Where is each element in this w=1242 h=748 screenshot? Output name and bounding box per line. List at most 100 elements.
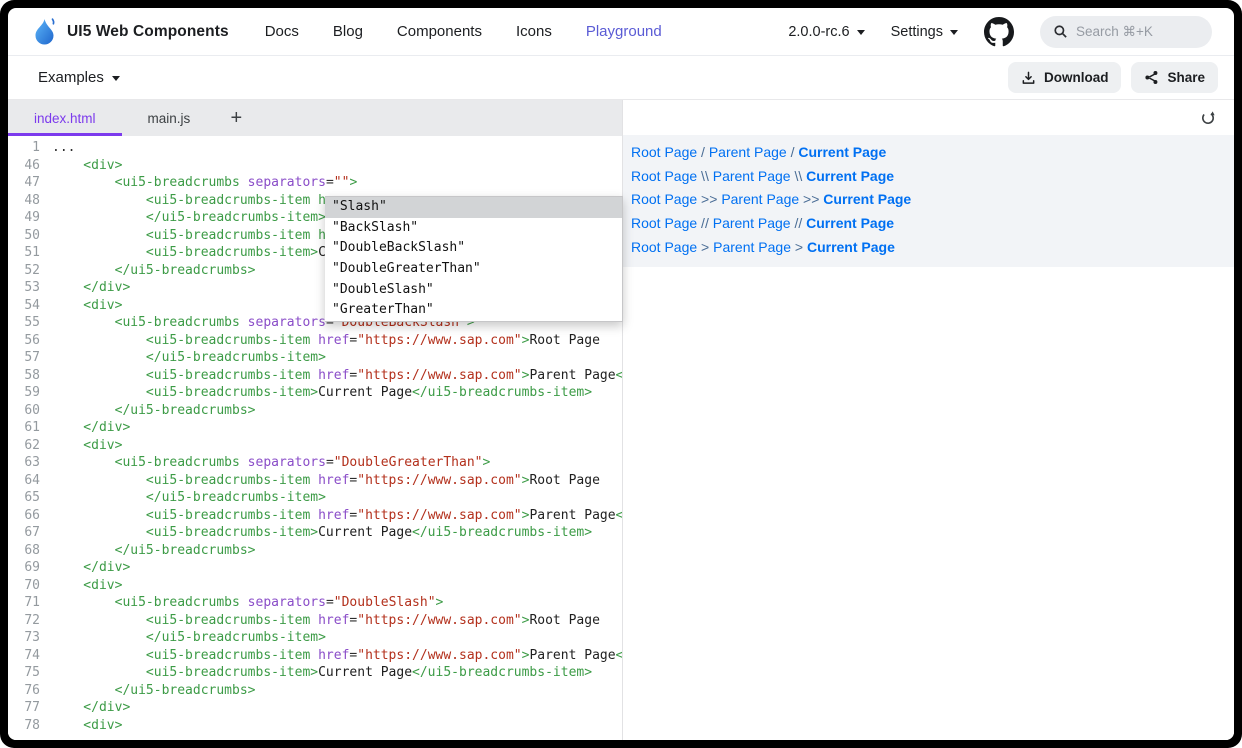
code-text: </div> [52, 559, 130, 577]
nav-item-components[interactable]: Components [397, 23, 482, 40]
search-input[interactable]: Search ⌘+K [1040, 16, 1212, 48]
breadcrumb-link[interactable]: Root Page [631, 144, 697, 160]
breadcrumb-link[interactable]: Parent Page [721, 191, 799, 207]
brand-title: UI5 Web Components [67, 23, 229, 41]
breadcrumb-separator: \\ [791, 168, 807, 184]
code-text: <ui5-breadcrumbs-item hr [52, 227, 334, 245]
settings-dropdown[interactable]: Settings [891, 24, 958, 40]
code-line: 67 <ui5-breadcrumbs-item>Current Page</u… [8, 524, 622, 542]
refresh-icon[interactable] [1200, 110, 1216, 126]
tab-main-js[interactable]: main.js [122, 100, 217, 136]
autocomplete-option[interactable]: "Slash" [325, 197, 622, 218]
code-token: "https://www.sap.com" [357, 368, 521, 383]
breadcrumb-current: Current Page [806, 168, 894, 184]
nav-item-icons[interactable]: Icons [516, 23, 552, 40]
autocomplete-option[interactable]: "DoubleGreaterThan" [325, 259, 622, 280]
code-line: 62 <div> [8, 437, 622, 455]
nav-item-blog[interactable]: Blog [333, 23, 363, 40]
code-text: </div> [52, 279, 130, 297]
code-line: 59 <ui5-breadcrumbs-item>Current Page</u… [8, 384, 622, 402]
line-number: 77 [8, 699, 52, 717]
code-token: </ui5-breadcrumbs> [52, 543, 256, 558]
code-line: 71 <ui5-breadcrumbs separators="DoubleSl… [8, 594, 622, 612]
code-token: = [326, 595, 334, 610]
line-number: 64 [8, 472, 52, 490]
code-text: <ui5-breadcrumbs separators="DoubleSlash… [52, 594, 443, 612]
line-number: 75 [8, 664, 52, 682]
code-token: <ui5-breadcrumbs-item [52, 648, 318, 663]
breadcrumb-separator: \\ [697, 168, 713, 184]
code-token: <ui5-breadcrumbs-item [52, 333, 318, 348]
code-token: <div> [52, 158, 122, 173]
breadcrumb-link[interactable]: Root Page [631, 168, 697, 184]
code-token: <ui5-breadcrumbs-item [52, 508, 318, 523]
brand[interactable]: UI5 Web Components [32, 18, 229, 46]
code-line: 73 </ui5-breadcrumbs-item> [8, 629, 622, 647]
github-icon[interactable] [984, 17, 1014, 47]
line-number: 76 [8, 682, 52, 700]
examples-dropdown[interactable]: Examples [38, 69, 120, 86]
code-token: Root Page [529, 333, 599, 348]
code-token: </ui5-breadcrumbs-item> [616, 648, 622, 663]
code-text: <div> [52, 297, 122, 315]
tab-index-html[interactable]: index.html [8, 100, 122, 136]
code-token: </ui5-breadcrumbs-item> [52, 210, 326, 225]
code-token: href [318, 333, 349, 348]
breadcrumb-separator: >> [799, 191, 823, 207]
code-token: separators [248, 175, 326, 190]
code-text: <ui5-breadcrumbs-item href="https://www.… [52, 367, 622, 385]
share-label: Share [1167, 70, 1205, 85]
code-token: href [318, 508, 349, 523]
nav-item-playground[interactable]: Playground [586, 23, 662, 40]
download-button[interactable]: Download [1008, 62, 1122, 93]
autocomplete-option[interactable]: "BackSlash" [325, 218, 622, 239]
code-token: </div> [52, 700, 130, 715]
breadcrumb-link[interactable]: Parent Page [713, 215, 791, 231]
code-token: <div> [52, 438, 122, 453]
breadcrumb-separator: // [697, 215, 713, 231]
header-right: 2.0.0-rc.6 Settings Search ⌘+K [788, 16, 1212, 48]
code-text: <div> [52, 577, 122, 595]
share-icon [1144, 70, 1159, 85]
breadcrumb-link[interactable]: Parent Page [713, 168, 791, 184]
breadcrumb-link[interactable]: Parent Page [713, 239, 791, 255]
code-token: <div> [52, 578, 122, 593]
code-line: 58 <ui5-breadcrumbs-item href="https://w… [8, 367, 622, 385]
autocomplete-option[interactable]: "DoubleBackSlash" [325, 238, 622, 259]
code-text: </ui5-breadcrumbs> [52, 542, 256, 560]
breadcrumb-row: Root Page >> Parent Page >> Current Page [631, 188, 1234, 212]
breadcrumb-link[interactable]: Parent Page [709, 144, 787, 160]
code-token: <ui5-breadcrumbs-item> [52, 525, 318, 540]
code-text: <div> [52, 437, 122, 455]
code-text: <ui5-breadcrumbs-item>Current Page</ui5-… [52, 384, 592, 402]
code-line: 64 <ui5-breadcrumbs-item href="https://w… [8, 472, 622, 490]
code-line: 74 <ui5-breadcrumbs-item href="https://w… [8, 647, 622, 665]
line-number: 47 [8, 174, 52, 192]
share-button[interactable]: Share [1131, 62, 1218, 93]
code-text: </ui5-breadcrumbs-item> [52, 209, 326, 227]
code-text: <ui5-breadcrumbs-item href="https://www.… [52, 612, 600, 630]
version-dropdown[interactable]: 2.0.0-rc.6 [788, 24, 864, 40]
breadcrumb-separator: > [791, 239, 807, 255]
breadcrumb-link[interactable]: Root Page [631, 239, 697, 255]
code-token: Current Page [318, 385, 412, 400]
add-tab-button[interactable]: + [216, 100, 256, 136]
download-label: Download [1044, 70, 1109, 85]
code-token: </ui5-breadcrumbs> [52, 403, 256, 418]
breadcrumb-link[interactable]: Root Page [631, 191, 697, 207]
nav-item-docs[interactable]: Docs [265, 23, 299, 40]
code-token: </ui5-breadcrumbs-item> [412, 525, 592, 540]
code-token: </ui5-breadcrumbs> [52, 263, 256, 278]
autocomplete-option[interactable]: "DoubleSlash" [325, 280, 622, 301]
autocomplete-option[interactable]: "GreaterThan" [325, 300, 622, 321]
code-line: 78 <div> [8, 717, 622, 735]
breadcrumb-link[interactable]: Root Page [631, 215, 697, 231]
code-token: <div> [52, 298, 122, 313]
line-number: 59 [8, 384, 52, 402]
code-token: Root Page [529, 473, 599, 488]
code-token: href [318, 613, 349, 628]
code-text: </ui5-breadcrumbs> [52, 402, 256, 420]
code-token: </ui5-breadcrumbs> [52, 683, 256, 698]
breadcrumb-row: Root Page > Parent Page > Current Page [631, 236, 1234, 260]
code-text: </ui5-breadcrumbs-item> [52, 489, 326, 507]
